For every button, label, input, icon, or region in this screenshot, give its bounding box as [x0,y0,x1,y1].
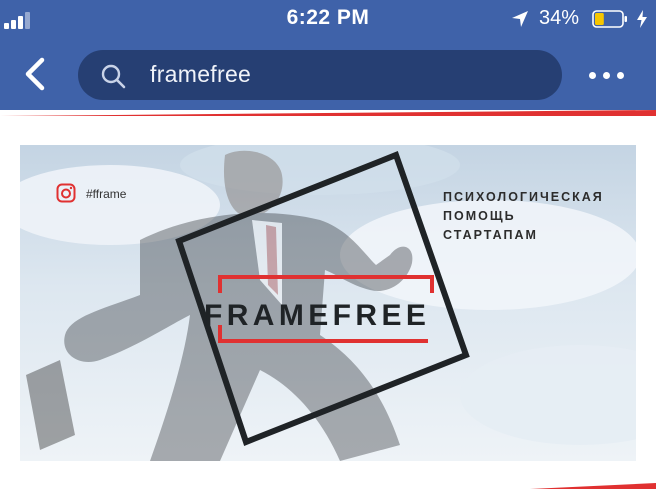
back-button[interactable] [18,54,52,94]
accent-stripe [0,110,656,116]
location-arrow-icon [512,11,528,27]
battery-percent: 34% [539,7,580,29]
instagram-icon [56,183,76,203]
search-input[interactable]: framefree [78,50,562,100]
subtitle-line: СТАРТАПАМ [443,228,538,242]
charging-bolt-icon [637,10,647,28]
navigation-bar: framefree [0,40,656,110]
subtitle-line: ПОМОЩЬ [443,209,516,223]
battery-icon [592,10,627,28]
accent-stripe-bottom [530,483,656,489]
chevron-left-icon [25,57,45,91]
subtitle-line: ПСИХОЛОГИЧЕСКАЯ [443,190,604,204]
more-options-button[interactable] [586,60,628,90]
hashtag-label: #fframe [86,187,127,201]
cover-subtitle: ПСИХОЛОГИЧЕСКАЯ ПОМОЩЬ СТАРТАПАМ [443,188,604,245]
search-icon [101,64,126,89]
cover-photo[interactable]: #fframe ПСИХОЛОГИЧЕСКАЯ ПОМОЩЬ СТАРТАПАМ… [20,145,636,461]
search-query-text: framefree [150,61,252,87]
brand-logo-text: FRAMEFREE [204,299,431,332]
status-bar: 6:22 PM 34% [0,0,656,40]
